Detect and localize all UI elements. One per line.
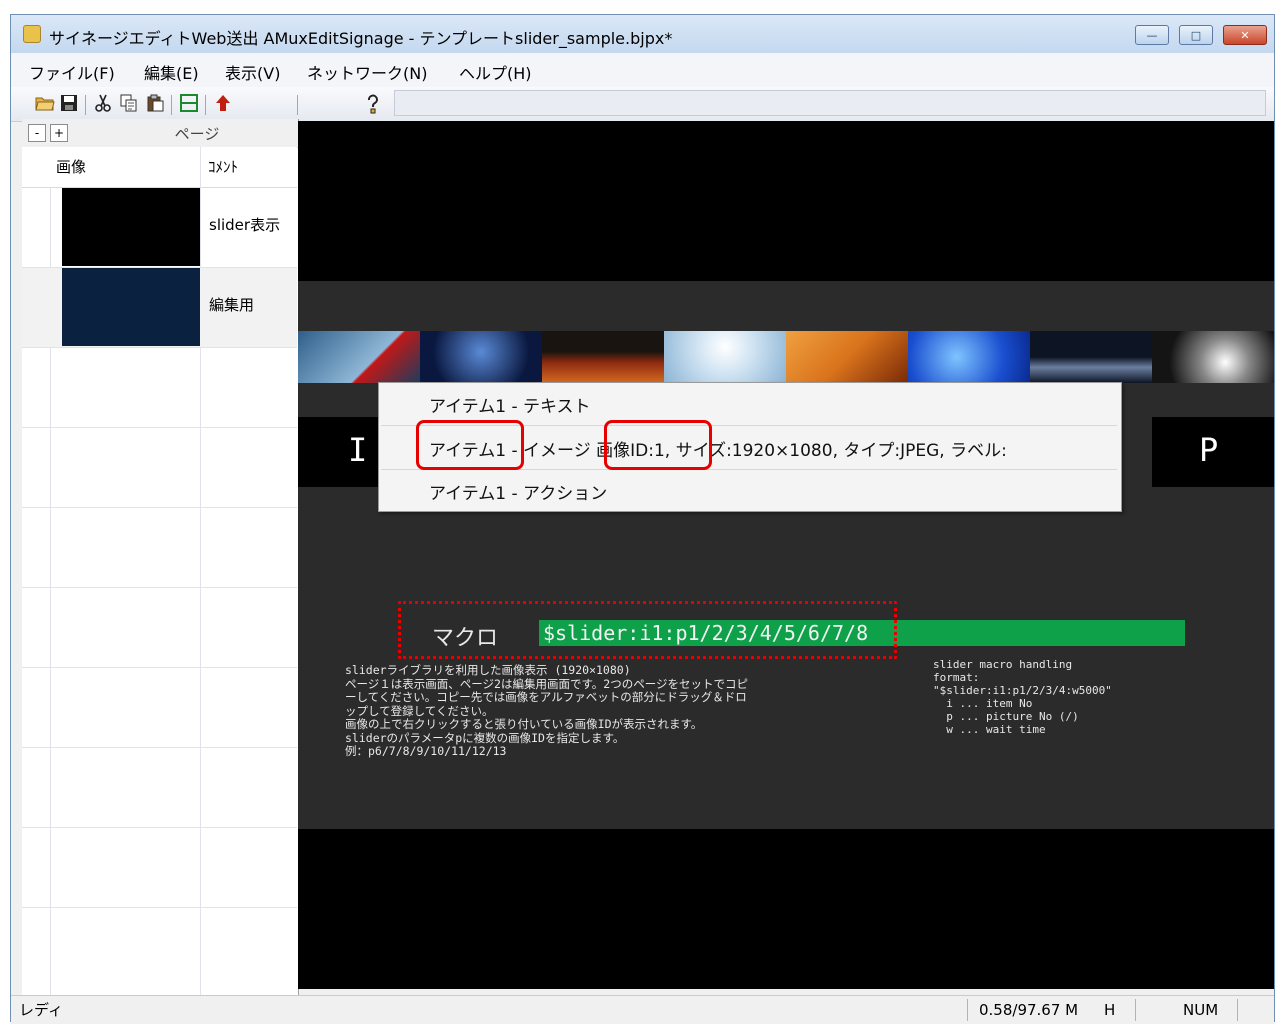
highlight-image-id [604,420,712,470]
page-thumbnail [62,188,200,266]
page-list-panel: - + ページ 画像 ｺﾒﾝﾄ slider表示 編集用 [22,119,299,995]
window-title: サイネージエディトWeb送出 AMuxEditSignage - テンプレートs… [49,29,673,48]
upload-arrow-icon[interactable] [213,94,233,114]
column-header-image[interactable]: 画像 [56,147,86,187]
row-divider [22,267,297,268]
column-header-row: 画像 ｺﾒﾝﾄ [22,147,297,188]
page-thumbnail [62,268,200,346]
toolbar-separator [297,95,298,115]
template-description: sliderライブラリを利用した画像表示 (1920×1080) ページ１は表示… [345,663,749,758]
copy-icon[interactable] [119,94,139,114]
row-divider [22,747,297,748]
row-divider [22,907,297,908]
slider-image-6[interactable] [908,331,1030,383]
row-divider [22,827,297,828]
app-icon [23,25,41,43]
slider-image-2[interactable] [420,331,542,383]
toolbar-separator [205,95,206,115]
page-row-2[interactable]: 編集用 [22,267,297,347]
help-icon[interactable] [363,94,383,114]
close-button[interactable]: ✕ [1223,25,1267,45]
minimize-button[interactable]: — [1135,25,1169,45]
letter-label: I [348,431,368,469]
collapse-button[interactable]: - [28,124,46,142]
slider-image-7[interactable] [1030,331,1152,383]
row-divider [22,427,297,428]
status-divider [1237,999,1238,1021]
context-menu-item-text[interactable]: アイテム1 - テキスト [429,392,591,417]
slider-image-3[interactable] [542,331,664,383]
num-lock-indicator: NUM [1183,1001,1219,1019]
status-divider [1135,999,1136,1021]
slider-image-5[interactable] [786,331,908,383]
status-text: レディ [19,1001,63,1019]
layout-icon[interactable] [179,94,199,114]
menu-bar: ファイル(F) 編集(E) 表示(V) ネットワーク(N) ヘルプ(H) [11,53,1274,87]
menu-file[interactable]: ファイル(F) [29,60,115,84]
title-bar[interactable]: サイネージエディトWeb送出 AMuxEditSignage - テンプレートs… [11,15,1274,53]
save-icon[interactable] [59,94,79,114]
letter-label: P [1199,431,1219,469]
row-divider [22,347,297,348]
expand-button[interactable]: + [50,124,68,142]
open-icon[interactable] [35,94,55,114]
menu-network[interactable]: ネットワーク(N) [307,60,427,84]
page-panel-header: - + ページ [22,119,298,148]
toolbar-separator [85,95,86,115]
highlight-item-label [416,420,524,470]
highlight-macro [398,601,897,659]
h-indicator: H [1104,1001,1116,1019]
menu-edit[interactable]: 編集(E) [144,60,199,84]
slider-image-4[interactable] [664,331,786,383]
row-divider [22,667,297,668]
menu-view[interactable]: 表示(V) [225,60,280,84]
status-bar: レディ 0.58/97.67 M H NUM [11,995,1274,1024]
cut-icon[interactable] [93,94,113,114]
memory-indicator: 0.58/97.67 M [979,1001,1079,1019]
status-divider [967,999,968,1021]
page-comment: slider表示 [209,216,281,234]
page-row-1[interactable]: slider表示 [22,187,297,267]
toolbar [11,87,1274,122]
maximize-button[interactable]: □ [1179,25,1213,45]
toolbar-empty-area [394,90,1266,116]
row-divider [22,587,297,588]
context-menu-item-action[interactable]: アイテム1 - アクション [429,479,607,504]
paste-icon[interactable] [145,94,165,114]
macro-format-help: slider macro handling format: "$slider:i… [933,658,1112,736]
row-divider [22,507,297,508]
column-header-comment[interactable]: ｺﾒﾝﾄ [208,147,238,187]
page-panel-title: ページ [174,125,220,143]
slider-image-1[interactable] [298,331,420,383]
preview-canvas[interactable]: I P [298,121,1274,989]
slider-image-8[interactable] [1152,331,1274,383]
page-comment: 編集用 [209,296,255,314]
menu-help[interactable]: ヘルプ(H) [459,60,532,84]
toolbar-separator [171,95,172,115]
